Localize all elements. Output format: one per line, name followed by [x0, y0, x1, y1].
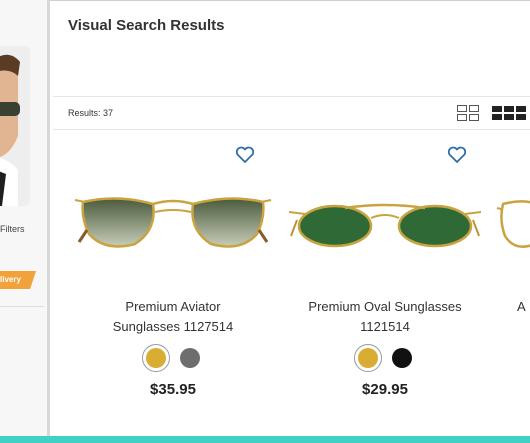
heart-icon[interactable]: [235, 146, 255, 164]
grid-2-view-icon[interactable]: [457, 105, 479, 121]
product-card[interactable]: Premium Oval Sunglasses 1121514 $29.95: [285, 130, 485, 430]
delivery-badge: livery: [0, 271, 36, 289]
color-swatches: [285, 344, 485, 372]
results-count: Results: 37: [68, 108, 114, 118]
product-price: $35.95: [150, 381, 196, 398]
product-name-line: Premium Aviator: [125, 299, 221, 314]
product-card[interactable]: Premium Aviator Sunglasses 1127514 $35.9…: [73, 130, 273, 430]
filters-link[interactable]: Filters: [0, 224, 25, 234]
product-name-line: A: [517, 299, 526, 314]
main-content: Visual Search Results Results: 37 Premiu…: [53, 0, 530, 436]
product-name-line: Sunglasses 1127514: [112, 319, 234, 334]
uploaded-photo[interactable]: [0, 46, 30, 206]
product-price: $29.95: [362, 381, 408, 398]
results-toolbar: Results: 37: [53, 96, 530, 130]
color-swatch-black[interactable]: [392, 348, 412, 368]
product-grid: Premium Aviator Sunglasses 1127514 $35.9…: [53, 130, 530, 436]
color-swatch-gold[interactable]: [354, 344, 382, 372]
product-name[interactable]: Premium Oval Sunglasses 1121514: [285, 297, 485, 337]
product-card[interactable]: A: [495, 130, 530, 430]
heart-icon[interactable]: [447, 146, 467, 164]
product-image[interactable]: [495, 190, 530, 262]
product-image[interactable]: [73, 190, 273, 262]
product-name[interactable]: Premium Aviator Sunglasses 1127514: [73, 297, 273, 337]
grid-3-view-icon[interactable]: [492, 105, 526, 121]
product-name-line: Premium Oval Sunglasses: [308, 299, 462, 314]
bottom-accent-bar: [0, 436, 530, 443]
color-swatch-gray[interactable]: [180, 348, 200, 368]
page-title: Visual Search Results: [68, 17, 225, 34]
filter-sidebar: Filters livery: [0, 0, 50, 436]
product-name[interactable]: A: [495, 297, 530, 317]
product-name-line: 1121514: [360, 319, 410, 334]
color-swatches: [73, 344, 273, 372]
sidebar-divider: [0, 306, 44, 307]
color-swatch-gold[interactable]: [142, 344, 170, 372]
product-image[interactable]: [285, 190, 485, 262]
